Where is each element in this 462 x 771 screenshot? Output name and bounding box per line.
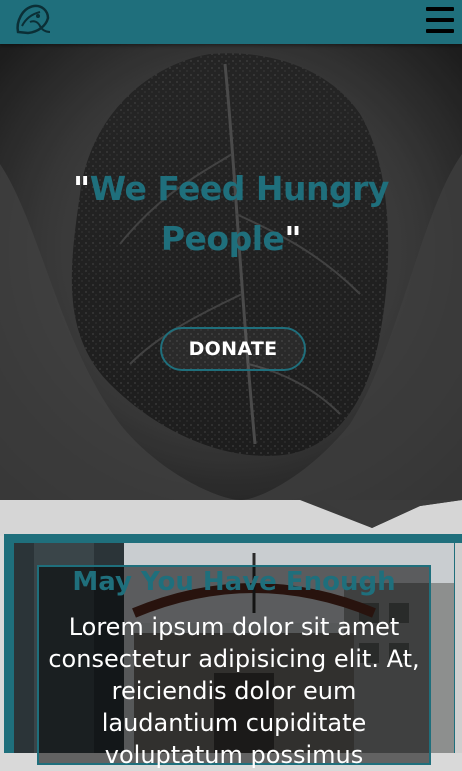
open-quote: ": [73, 169, 90, 208]
leaf-bird-logo-icon[interactable]: [12, 2, 54, 38]
close-quote: ": [284, 219, 302, 258]
donate-button[interactable]: DONATE: [160, 327, 306, 371]
hero-background-image: [0, 44, 462, 500]
divider-arrow-shape: [300, 500, 462, 528]
card-title: May You Have Enough: [72, 567, 396, 597]
hamburger-menu-icon[interactable]: [426, 5, 454, 35]
menu-bar-bottom: [426, 29, 454, 33]
menu-bar-top: [426, 7, 454, 11]
right-edge-strip: [455, 543, 462, 753]
hero-headline-text: We Feed Hungry People: [89, 169, 390, 258]
menu-bar-middle: [426, 18, 454, 22]
top-navbar: [0, 0, 462, 44]
card-body-text: Lorem ipsum dolor sit amet consectetur a…: [48, 613, 420, 769]
hero-headline: "We Feed Hungry People": [40, 164, 422, 264]
hero-banner: "We Feed Hungry People" DONATE: [0, 44, 462, 500]
